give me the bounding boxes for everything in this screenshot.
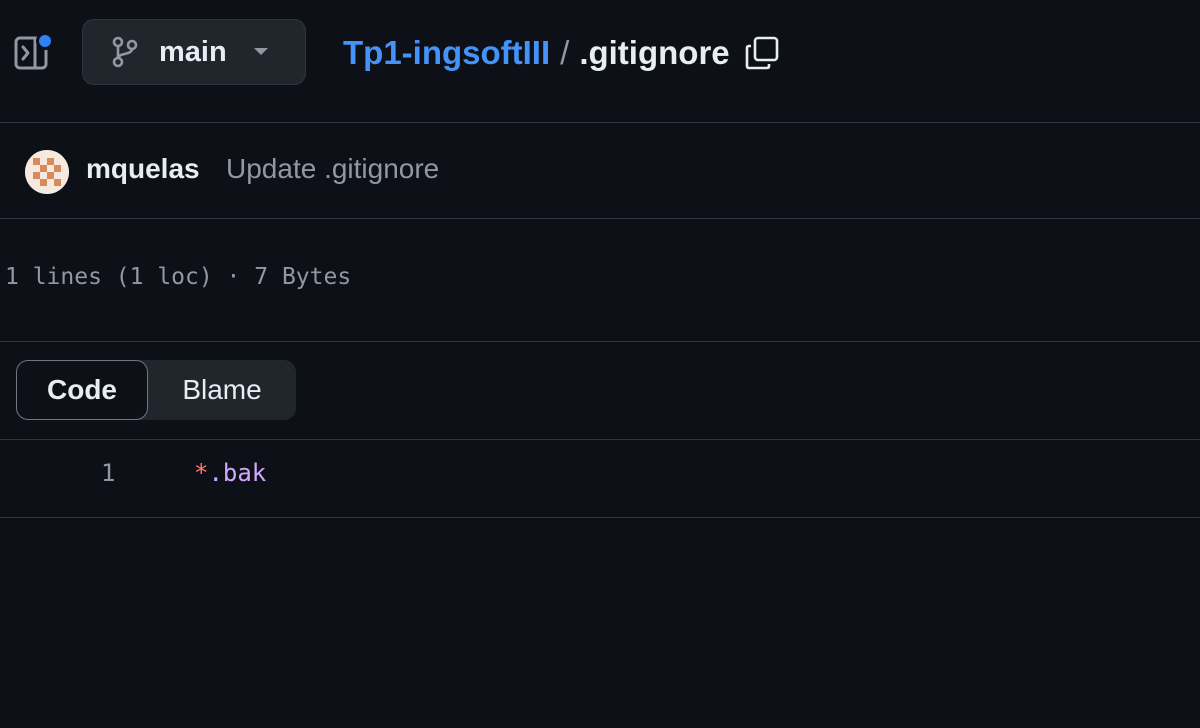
code-view-button[interactable]: Code (16, 360, 148, 420)
notification-dot (36, 32, 54, 50)
branch-name: main (159, 35, 227, 68)
view-toggle: Code Blame (16, 360, 296, 420)
code-viewer: Code Blame 1 *.bak (0, 341, 1200, 518)
file-name: .gitignore (579, 34, 730, 71)
file-info: 1 lines (1 loc) · 7 Bytes (5, 264, 352, 290)
code-token-text: .bak (208, 459, 267, 487)
blame-view-button[interactable]: Blame (148, 360, 296, 420)
copy-path-button[interactable] (744, 35, 780, 71)
avatar-identicon (25, 150, 69, 194)
breadcrumb-separator: / (560, 34, 570, 71)
copy-icon (745, 36, 778, 70)
code-viewer-header: Code Blame (0, 342, 1200, 440)
code-line: 1 *.bak (0, 459, 1200, 499)
code-content: *.bak (194, 459, 266, 487)
breadcrumb: Tp1-ingsoftIII / .gitignore (343, 28, 780, 78)
file-view-page: main Tp1-ingsoftIII / .gitignore mquelas… (0, 0, 1200, 728)
code-token-operator: * (194, 459, 209, 487)
branch-selector-button[interactable]: main (82, 19, 306, 85)
repo-link[interactable]: Tp1-ingsoftIII (343, 34, 550, 72)
avatar[interactable] (25, 150, 69, 194)
line-number[interactable]: 1 (101, 459, 121, 487)
git-branch-icon (111, 35, 141, 69)
commit-message-link[interactable]: Update .gitignore (226, 153, 439, 185)
commit-author-link[interactable]: mquelas (86, 153, 200, 185)
triangle-down-icon (253, 47, 269, 57)
